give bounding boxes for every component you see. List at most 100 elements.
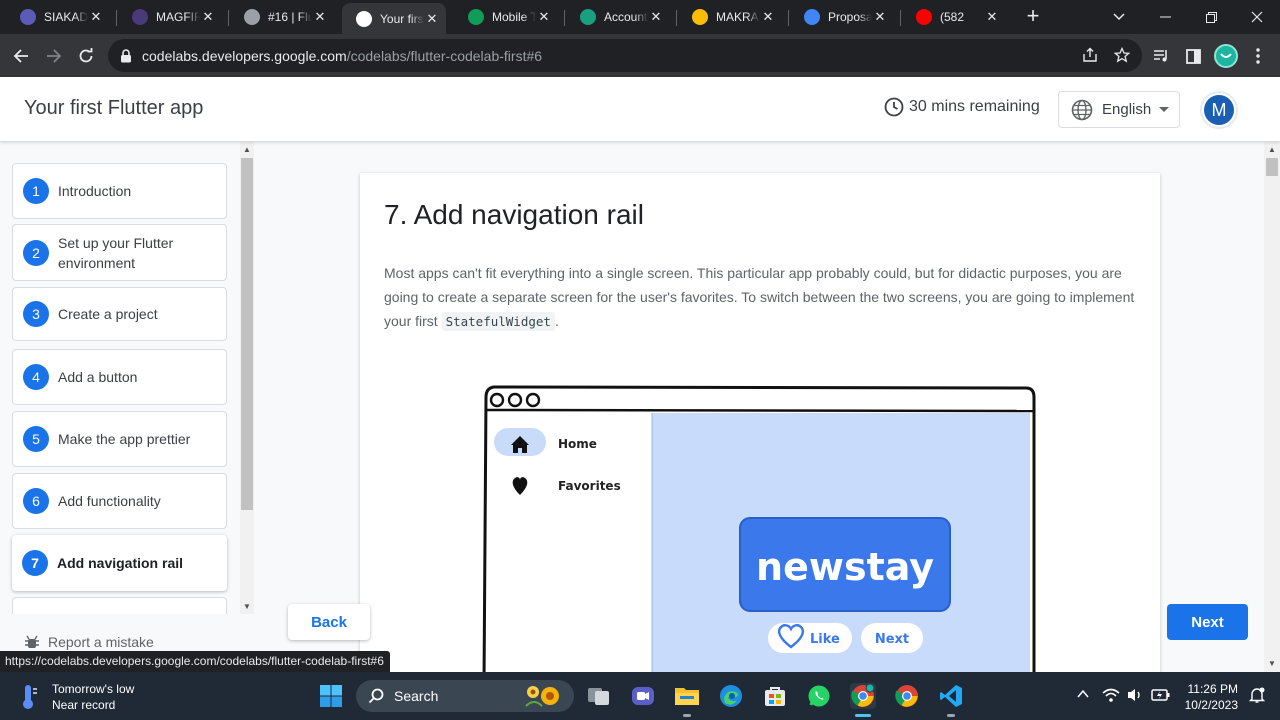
forward-nav-button[interactable] [41,43,67,69]
address-bar[interactable]: codelabs.developers.google.com/codelabs/… [108,39,1142,72]
step-number-badge: 4 [23,364,49,390]
tab-close-icon[interactable]: ✕ [872,9,888,25]
reload-button[interactable] [73,43,99,69]
taskbar-search-label: Search [394,688,439,704]
side-panel-button[interactable] [1180,43,1206,69]
page-scroll-thumb[interactable] [1266,158,1278,176]
taskbar-clock[interactable]: 11:26 PM 10/2/2023 [1180,681,1238,713]
tab-title: (582 [940,10,965,24]
start-button[interactable] [318,683,344,709]
close-window-button[interactable] [1234,0,1280,34]
tab-close-icon[interactable]: ✕ [88,9,104,25]
step-label: Set up your Flutter environment [58,234,174,271]
browser-tab[interactable]: Proposal ✕ [790,3,894,31]
page-title: Your first Flutter app [24,97,204,119]
browser-tab[interactable]: Account ✕ [566,3,670,31]
running-indicator [683,714,691,717]
chrome-button[interactable] [894,683,920,709]
sidebar-step-partial[interactable] [12,597,227,614]
lock-icon [121,48,131,62]
browser-tab[interactable]: MAKRAB✕ [678,3,782,31]
bell-icon [1248,687,1266,703]
tab-close-icon[interactable]: ✕ [536,9,552,25]
clock-time: 11:26 PM [1187,682,1238,696]
weather-widget[interactable]: Tomorrow's low Near record [18,681,134,713]
tab-close-icon[interactable]: ✕ [760,9,776,25]
tab-title: SIAKAD [44,10,88,24]
minimize-button[interactable] [1142,0,1188,34]
step-label: Make the app prettier [58,431,191,447]
browser-tab[interactable]: SIAKAD ✕ [6,3,110,31]
tab-close-icon[interactable]: ✕ [648,9,664,25]
back-button[interactable]: Back [288,604,370,640]
step-number-badge: 5 [23,426,49,452]
browser-profile-avatar[interactable] [1214,44,1238,68]
show-hidden-icons-button[interactable] [1076,687,1090,706]
wifi-status[interactable] [1102,687,1120,708]
media-control-button[interactable] [1148,43,1174,69]
whatsapp-button[interactable] [806,683,832,709]
browser-tab[interactable]: #16 | Flutter✕ [230,3,334,31]
restore-button[interactable] [1188,0,1234,34]
illustration-next-label: Next [875,632,909,647]
share-icon[interactable] [1082,47,1098,63]
scroll-down-arrow-icon[interactable]: ▼ [1268,659,1276,668]
tab-title: Account [604,10,648,24]
tab-close-icon[interactable]: ✕ [984,9,1000,25]
report-mistake-link[interactable]: Report a mistake [24,634,154,650]
scroll-down-arrow-icon[interactable]: ▼ [243,602,251,611]
edge-icon [720,685,742,707]
teams-chat-button[interactable] [630,683,656,709]
browser-tab-strip: + SIAKAD✕MAGFIRAH✕#16 | Flutter✕Your fir… [0,0,1280,34]
tab-close-icon[interactable]: ✕ [424,11,440,27]
weather-line-1: Tomorrow's low [52,682,135,696]
sidebar-step-3[interactable]: 3 Create a project [12,287,227,341]
task-view-button[interactable] [586,683,612,709]
scroll-up-arrow-icon[interactable]: ▲ [243,145,251,154]
sidebar-step-6[interactable]: 6 Add functionality [12,473,227,529]
notifications-button[interactable] [1248,686,1266,709]
user-avatar[interactable]: M [1200,91,1238,129]
sidebar-scroll-thumb[interactable] [241,158,253,510]
file-explorer-button[interactable] [674,683,700,709]
next-button[interactable]: Next [1167,604,1248,640]
paragraph-end: . [554,313,559,329]
back-nav-button[interactable] [8,43,34,69]
vscode-button[interactable] [938,683,964,709]
step-number-badge: 3 [23,301,49,327]
battery-status[interactable] [1150,687,1170,708]
browser-tab[interactable]: Your first Flutter app✕ [342,3,446,34]
language-selector[interactable]: English [1058,91,1180,128]
store-button[interactable] [762,683,788,709]
tab-close-icon[interactable]: ✕ [200,9,216,25]
tab-close-icon[interactable]: ✕ [312,9,328,25]
sidebar-step-5[interactable]: 5 Make the app prettier [12,411,227,467]
edge-button[interactable] [718,683,744,709]
sidebar-step-7[interactable]: 7 Add navigation rail [12,535,227,591]
browser-tab[interactable]: Mobile T ✕ [454,3,558,31]
tab-search-button[interactable] [1096,0,1142,34]
browser-menu-button[interactable] [1245,43,1271,69]
bookmark-star-icon[interactable] [1114,47,1130,63]
volume-status[interactable] [1126,687,1144,708]
browser-tab[interactable]: MAGFIRAH✕ [118,3,222,31]
running-indicator [947,714,955,717]
tab-separator [228,10,229,26]
new-tab-button[interactable]: + [1022,5,1044,28]
browser-tab[interactable]: (582 ✕ [902,3,1006,31]
sidebar-step-1[interactable]: 1 Introduction [12,163,227,219]
chrome-profile-button[interactable] [850,683,876,709]
tab-title: MAKRAB [716,10,760,24]
taskbar-search[interactable]: Search [356,680,574,712]
close-icon [1251,11,1263,23]
page-scrollbar[interactable]: ▲ ▼ [1264,142,1280,672]
sidebar-step-4[interactable]: 4 Add a button [12,349,227,405]
sidebar-step-2[interactable]: 2 Set up your Flutter environment [12,224,227,281]
scroll-up-arrow-icon[interactable]: ▲ [1268,145,1276,154]
sidebar-scrollbar[interactable]: ▲ ▼ [240,142,254,614]
thermometer-icon [23,685,37,709]
codelab-header: Your first Flutter app 30 mins remaining… [0,77,1280,142]
illustration-word: newstay [756,545,934,589]
step-number-badge: 2 [23,239,49,266]
step-number-badge: 6 [23,488,49,514]
